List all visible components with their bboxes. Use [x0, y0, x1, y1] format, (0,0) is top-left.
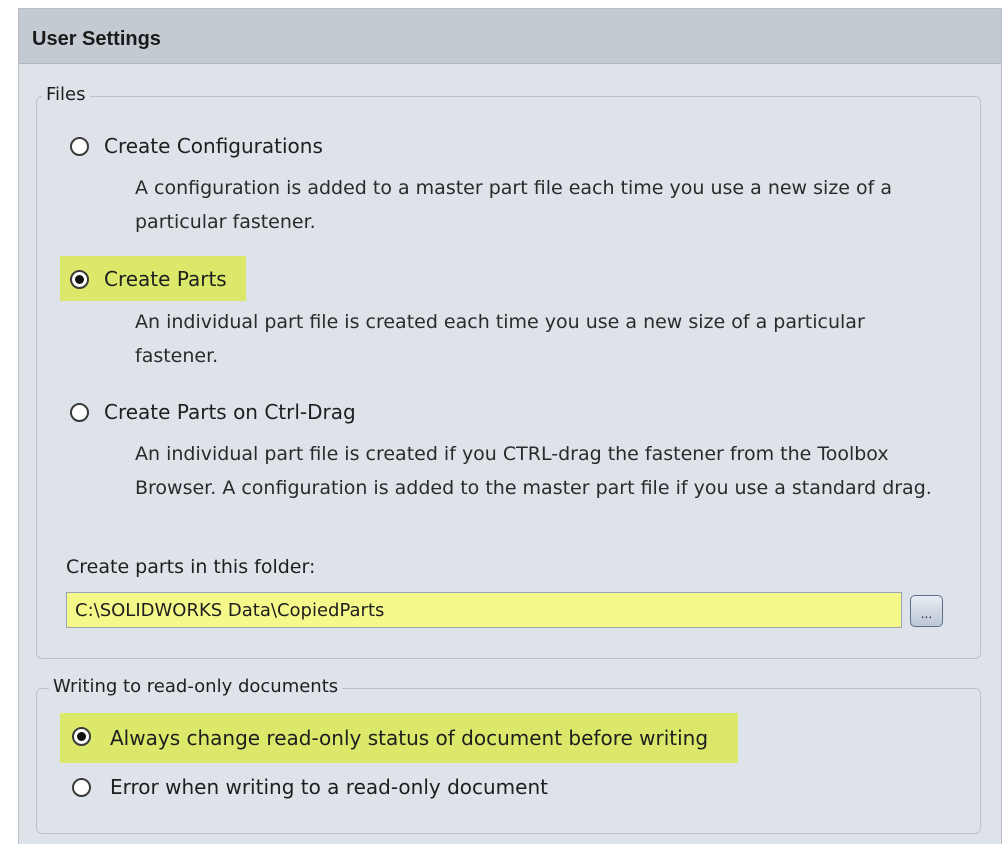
option-label-always-change-read-only[interactable]: Always change read-only status of docume… [110, 726, 708, 750]
option-label-create-parts-on-ctrl-drag[interactable]: Create Parts on Ctrl-Drag [104, 400, 356, 424]
browse-folder-button[interactable]: ... [910, 595, 943, 627]
folder-label: Create parts in this folder: [66, 556, 316, 578]
files-group-legend: Files [42, 84, 90, 106]
option-label-create-parts[interactable]: Create Parts [104, 267, 227, 291]
radio-button-always-change-read-only[interactable] [72, 727, 91, 746]
description-create-parts: An individual part file is created each … [135, 311, 865, 367]
folder-path-input[interactable] [66, 592, 902, 628]
option-label-create-configurations[interactable]: Create Configurations [104, 134, 323, 158]
description-create-parts-on-ctrl-drag: An individual part file is created if yo… [135, 443, 932, 499]
radio-button-create-configurations[interactable] [70, 137, 89, 156]
radio-button-error-when-writing[interactable] [72, 778, 91, 797]
panel-title: User Settings [32, 28, 161, 50]
description-create-configurations: A configuration is added to a master par… [135, 177, 893, 233]
panel-header: User Settings [19, 9, 1001, 64]
radio-button-create-parts-on-ctrl-drag[interactable] [70, 403, 89, 422]
radio-button-create-parts[interactable] [70, 270, 89, 289]
readonly-group-legend: Writing to read-only documents [49, 676, 343, 698]
option-label-error-when-writing[interactable]: Error when writing to a read-only docume… [110, 775, 548, 799]
